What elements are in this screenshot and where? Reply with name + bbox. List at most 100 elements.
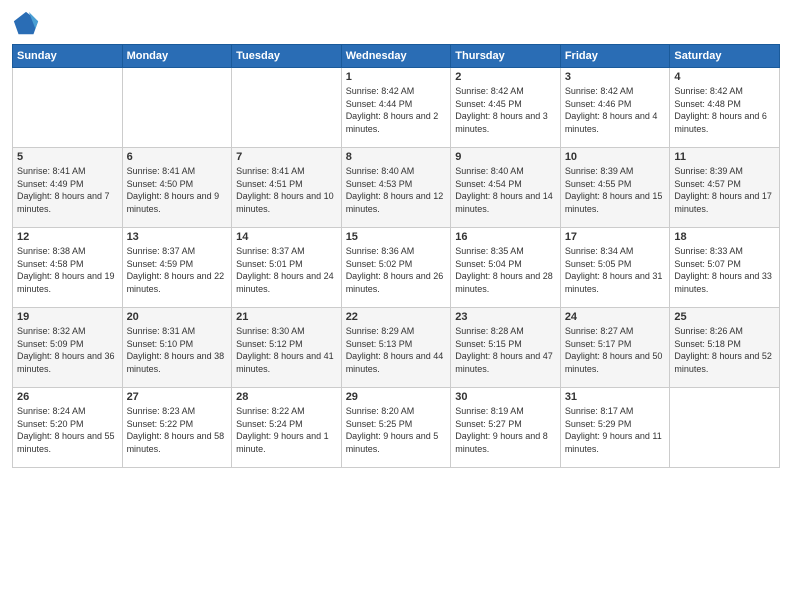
- calendar-week-1: 1 Sunrise: 8:42 AM Sunset: 4:44 PM Daylig…: [13, 68, 780, 148]
- calendar-cell: 28 Sunrise: 8:22 AM Sunset: 5:24 PM Dayli…: [232, 388, 342, 468]
- day-number: 13: [127, 231, 228, 243]
- day-info: Sunrise: 8:24 AM Sunset: 5:20 PM Dayligh…: [17, 405, 118, 455]
- day-number: 3: [565, 71, 666, 83]
- day-info: Sunrise: 8:26 AM Sunset: 5:18 PM Dayligh…: [674, 325, 775, 375]
- col-header-wednesday: Wednesday: [341, 45, 451, 68]
- calendar-cell: 11 Sunrise: 8:39 AM Sunset: 4:57 PM Dayli…: [670, 148, 780, 228]
- day-number: 25: [674, 311, 775, 323]
- calendar-cell: [232, 68, 342, 148]
- calendar-week-4: 19Sunrise: 8:32 AM Sunset: 5:09 PM Dayli…: [13, 308, 780, 388]
- day-number: 11: [674, 151, 775, 163]
- calendar-cell: 17 Sunrise: 8:34 AM Sunset: 5:05 PM Dayli…: [560, 228, 670, 308]
- calendar-cell: 5 Sunrise: 8:41 AM Sunset: 4:49 PM Daylig…: [13, 148, 123, 228]
- day-number: 8: [346, 151, 447, 163]
- day-info: Sunrise: 8:38 AM Sunset: 4:58 PM Dayligh…: [17, 245, 118, 295]
- main-container: SundayMondayTuesdayWednesdayThursdayFrid…: [0, 0, 792, 612]
- day-info: Sunrise: 8:23 AM Sunset: 5:22 PM Dayligh…: [127, 405, 228, 455]
- calendar-cell: 6 Sunrise: 8:41 AM Sunset: 4:50 PM Daylig…: [122, 148, 232, 228]
- day-info: Sunrise: 8:29 AM Sunset: 5:13 PM Dayligh…: [346, 325, 447, 375]
- calendar-cell: 24 Sunrise: 8:27 AM Sunset: 5:17 PM Dayli…: [560, 308, 670, 388]
- day-info: Sunrise: 8:39 AM Sunset: 4:55 PM Dayligh…: [565, 165, 666, 215]
- day-info: Sunrise: 8:41 AM Sunset: 4:49 PM Dayligh…: [17, 165, 118, 215]
- day-info: Sunrise: 8:33 AM Sunset: 5:07 PM Dayligh…: [674, 245, 775, 295]
- day-number: 20: [127, 311, 228, 323]
- col-header-saturday: Saturday: [670, 45, 780, 68]
- day-info: Sunrise: 8:39 AM Sunset: 4:57 PM Dayligh…: [674, 165, 775, 215]
- day-number: 24: [565, 311, 666, 323]
- calendar-cell: 30 Sunrise: 8:19 AM Sunset: 5:27 PM Dayli…: [451, 388, 561, 468]
- col-header-sunday: Sunday: [13, 45, 123, 68]
- calendar-cell: 29 Sunrise: 8:20 AM Sunset: 5:25 PM Dayli…: [341, 388, 451, 468]
- calendar-header-row: SundayMondayTuesdayWednesdayThursdayFrid…: [13, 45, 780, 68]
- calendar-cell: 3 Sunrise: 8:42 AM Sunset: 4:46 PM Daylig…: [560, 68, 670, 148]
- day-info: Sunrise: 8:42 AM Sunset: 4:44 PM Dayligh…: [346, 85, 447, 135]
- day-number: 17: [565, 231, 666, 243]
- day-info: Sunrise: 8:40 AM Sunset: 4:54 PM Dayligh…: [455, 165, 556, 215]
- col-header-tuesday: Tuesday: [232, 45, 342, 68]
- day-info: Sunrise: 8:32 AM Sunset: 5:09 PM Dayligh…: [17, 325, 118, 375]
- day-info: Sunrise: 8:22 AM Sunset: 5:24 PM Dayligh…: [236, 405, 337, 455]
- day-number: 1: [346, 71, 447, 83]
- calendar-cell: 23 Sunrise: 8:28 AM Sunset: 5:15 PM Dayli…: [451, 308, 561, 388]
- calendar-cell: 21Sunrise: 8:30 AM Sunset: 5:12 PM Dayli…: [232, 308, 342, 388]
- day-number: 15: [346, 231, 447, 243]
- day-number: 31: [565, 391, 666, 403]
- calendar-cell: 31 Sunrise: 8:17 AM Sunset: 5:29 PM Dayli…: [560, 388, 670, 468]
- day-number: 26: [17, 391, 118, 403]
- calendar-cell: 14Sunrise: 8:37 AM Sunset: 5:01 PM Dayli…: [232, 228, 342, 308]
- day-info: Sunrise: 8:31 AM Sunset: 5:10 PM Dayligh…: [127, 325, 228, 375]
- day-number: 7: [236, 151, 337, 163]
- day-info: Sunrise: 8:20 AM Sunset: 5:25 PM Dayligh…: [346, 405, 447, 455]
- col-header-thursday: Thursday: [451, 45, 561, 68]
- calendar-cell: 1 Sunrise: 8:42 AM Sunset: 4:44 PM Daylig…: [341, 68, 451, 148]
- calendar-cell: 18 Sunrise: 8:33 AM Sunset: 5:07 PM Dayli…: [670, 228, 780, 308]
- day-info: Sunrise: 8:36 AM Sunset: 5:02 PM Dayligh…: [346, 245, 447, 295]
- day-number: 18: [674, 231, 775, 243]
- calendar-cell: 16Sunrise: 8:35 AM Sunset: 5:04 PM Dayli…: [451, 228, 561, 308]
- day-number: 2: [455, 71, 556, 83]
- calendar-cell: [13, 68, 123, 148]
- calendar-week-5: 26 Sunrise: 8:24 AM Sunset: 5:20 PM Dayli…: [13, 388, 780, 468]
- day-info: Sunrise: 8:17 AM Sunset: 5:29 PM Dayligh…: [565, 405, 666, 455]
- calendar-cell: 8 Sunrise: 8:40 AM Sunset: 4:53 PM Daylig…: [341, 148, 451, 228]
- col-header-monday: Monday: [122, 45, 232, 68]
- col-header-friday: Friday: [560, 45, 670, 68]
- day-number: 29: [346, 391, 447, 403]
- calendar-cell: 27Sunrise: 8:23 AM Sunset: 5:22 PM Dayli…: [122, 388, 232, 468]
- day-info: Sunrise: 8:35 AM Sunset: 5:04 PM Dayligh…: [455, 245, 556, 295]
- calendar-cell: 4Sunrise: 8:42 AM Sunset: 4:48 PM Daylig…: [670, 68, 780, 148]
- day-number: 6: [127, 151, 228, 163]
- calendar-cell: 25 Sunrise: 8:26 AM Sunset: 5:18 PM Dayli…: [670, 308, 780, 388]
- day-number: 5: [17, 151, 118, 163]
- day-info: Sunrise: 8:27 AM Sunset: 5:17 PM Dayligh…: [565, 325, 666, 375]
- day-info: Sunrise: 8:28 AM Sunset: 5:15 PM Dayligh…: [455, 325, 556, 375]
- day-number: 23: [455, 311, 556, 323]
- day-number: 9: [455, 151, 556, 163]
- calendar-cell: [122, 68, 232, 148]
- day-number: 14: [236, 231, 337, 243]
- day-info: Sunrise: 8:19 AM Sunset: 5:27 PM Dayligh…: [455, 405, 556, 455]
- header: [12, 10, 780, 38]
- day-info: Sunrise: 8:30 AM Sunset: 5:12 PM Dayligh…: [236, 325, 337, 375]
- day-number: 10: [565, 151, 666, 163]
- day-info: Sunrise: 8:40 AM Sunset: 4:53 PM Dayligh…: [346, 165, 447, 215]
- calendar-cell: 20 Sunrise: 8:31 AM Sunset: 5:10 PM Dayli…: [122, 308, 232, 388]
- calendar-cell: 22Sunrise: 8:29 AM Sunset: 5:13 PM Dayli…: [341, 308, 451, 388]
- day-number: 12: [17, 231, 118, 243]
- day-info: Sunrise: 8:41 AM Sunset: 4:50 PM Dayligh…: [127, 165, 228, 215]
- calendar-week-2: 5 Sunrise: 8:41 AM Sunset: 4:49 PM Daylig…: [13, 148, 780, 228]
- day-info: Sunrise: 8:42 AM Sunset: 4:45 PM Dayligh…: [455, 85, 556, 135]
- calendar-cell: 19Sunrise: 8:32 AM Sunset: 5:09 PM Dayli…: [13, 308, 123, 388]
- day-info: Sunrise: 8:37 AM Sunset: 4:59 PM Dayligh…: [127, 245, 228, 295]
- day-info: Sunrise: 8:42 AM Sunset: 4:46 PM Dayligh…: [565, 85, 666, 135]
- day-info: Sunrise: 8:34 AM Sunset: 5:05 PM Dayligh…: [565, 245, 666, 295]
- day-number: 30: [455, 391, 556, 403]
- calendar-cell: 10 Sunrise: 8:39 AM Sunset: 4:55 PM Dayli…: [560, 148, 670, 228]
- calendar-cell: 12 Sunrise: 8:38 AM Sunset: 4:58 PM Dayli…: [13, 228, 123, 308]
- day-info: Sunrise: 8:42 AM Sunset: 4:48 PM Dayligh…: [674, 85, 775, 135]
- calendar-cell: 9 Sunrise: 8:40 AM Sunset: 4:54 PM Daylig…: [451, 148, 561, 228]
- day-number: 28: [236, 391, 337, 403]
- calendar-cell: 7Sunrise: 8:41 AM Sunset: 4:51 PM Daylig…: [232, 148, 342, 228]
- calendar-cell: 26 Sunrise: 8:24 AM Sunset: 5:20 PM Dayli…: [13, 388, 123, 468]
- calendar-table: SundayMondayTuesdayWednesdayThursdayFrid…: [12, 44, 780, 468]
